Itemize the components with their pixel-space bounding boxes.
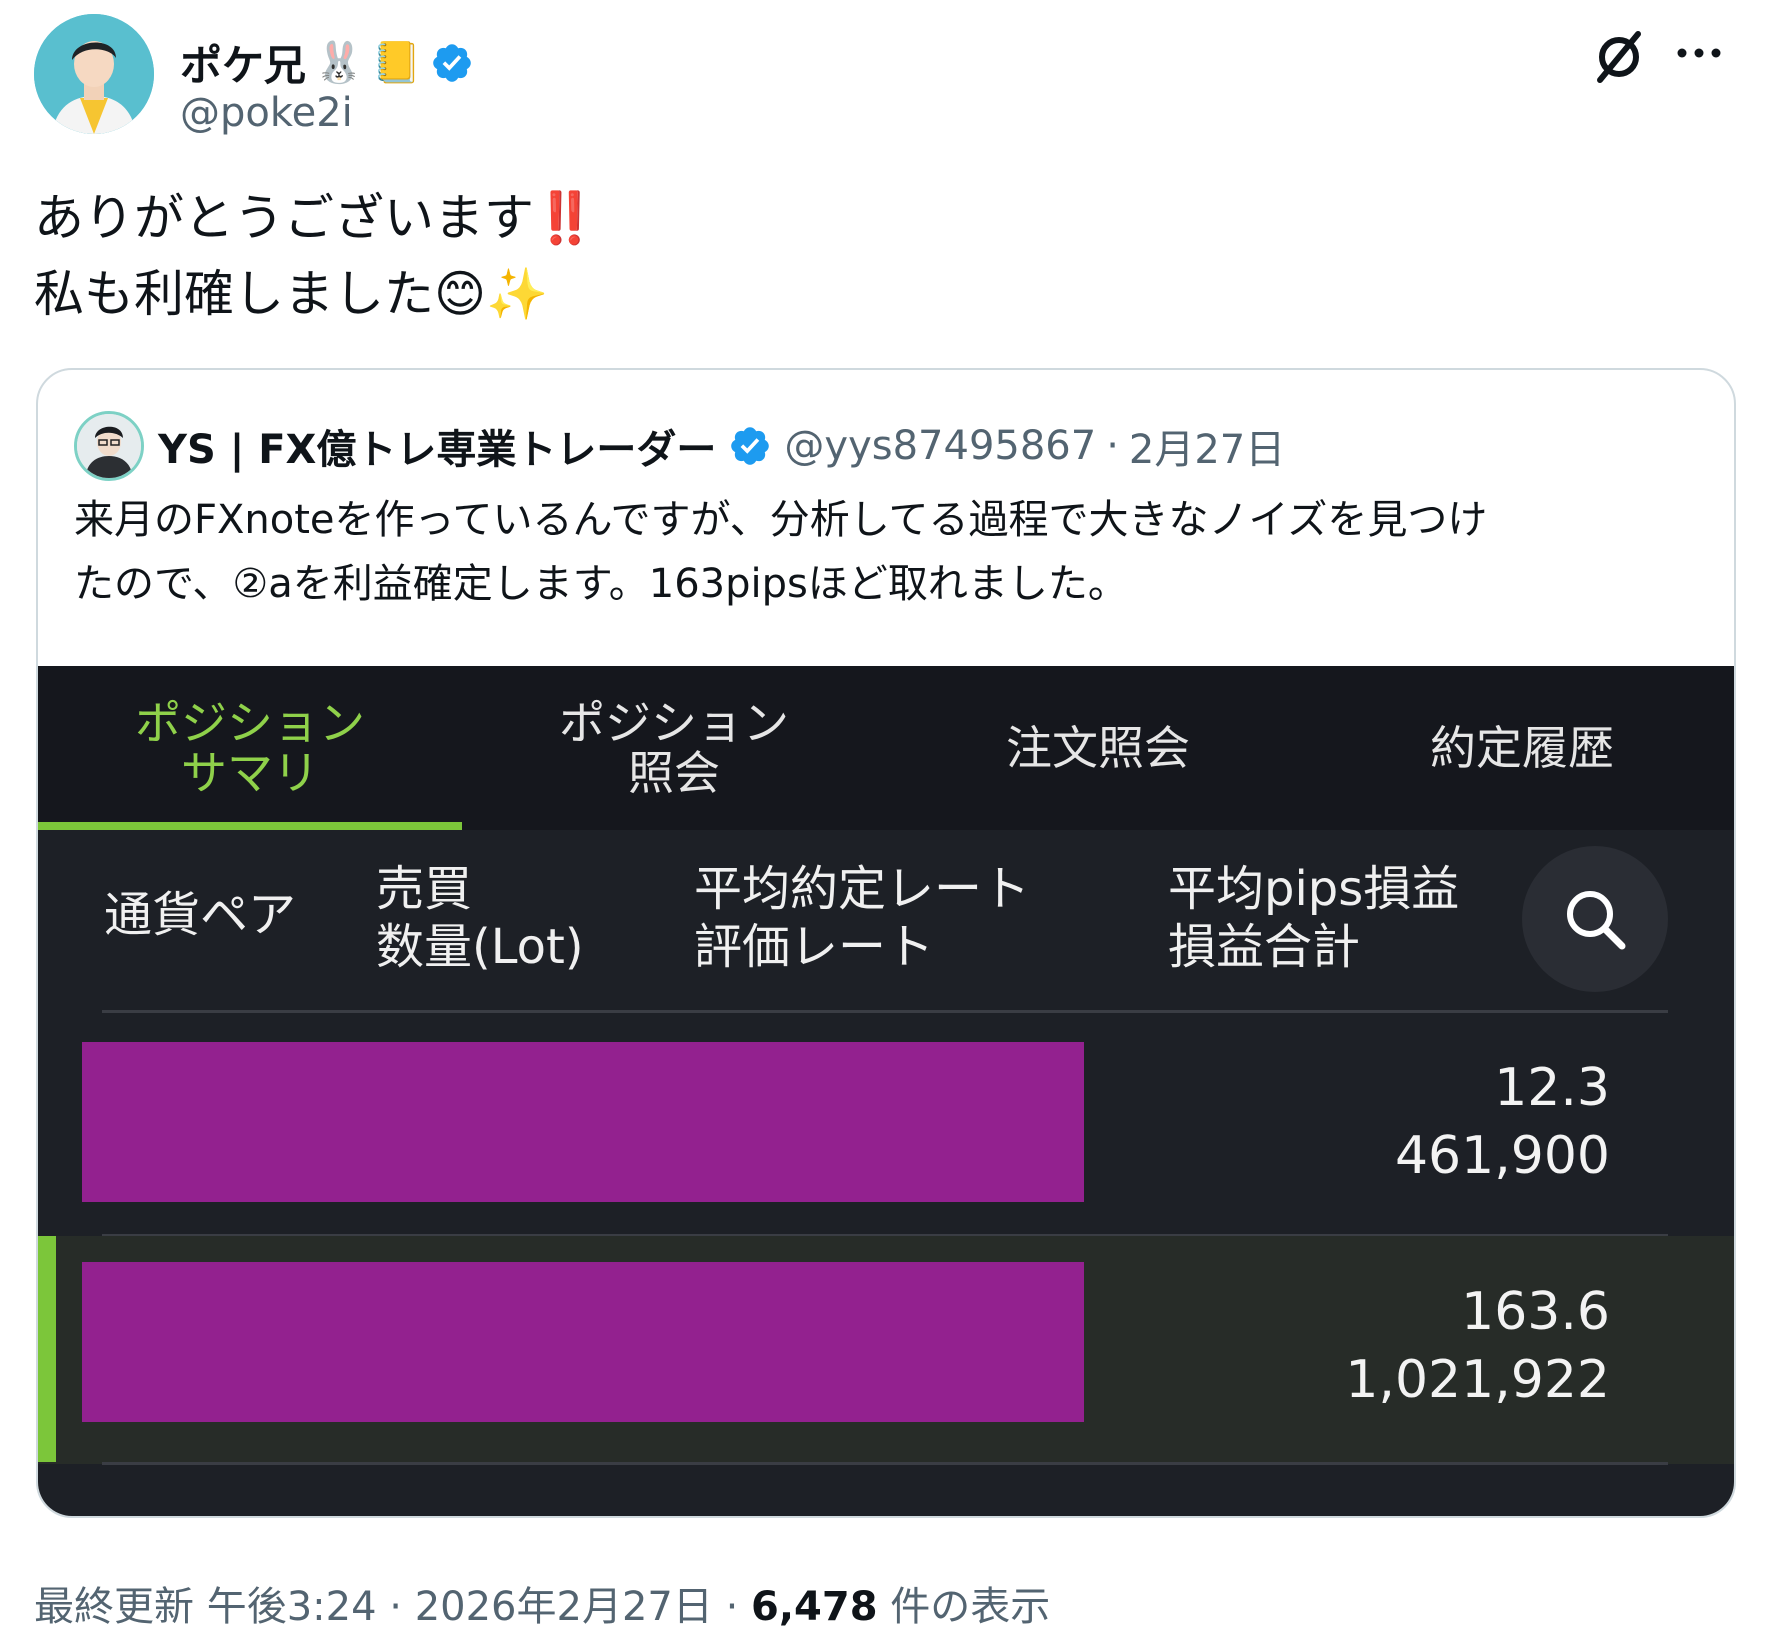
row-1-total: 461,900 — [1394, 1126, 1610, 1186]
tab-order-inquiry-label: 注文照会 — [1006, 721, 1190, 775]
column-pnl-total-label: 損益合計 — [1168, 919, 1361, 975]
row-2-values[interactable]: 163.6 1,021,922 — [1345, 1278, 1610, 1414]
rabbit-emoji: 🐰 — [314, 39, 364, 86]
header-divider — [102, 1010, 1668, 1013]
tab-position-inquiry[interactable]: ポジション 照会 — [462, 666, 886, 830]
notebook-emoji: 📒 — [371, 39, 422, 86]
quoted-tweet-card[interactable]: YS | FX億トレ専業トレーダー @yys87495867 · 2月27日 来… — [36, 368, 1736, 1518]
tweet-line-1: ありがとうございます‼️ — [34, 180, 596, 256]
quoted-author-avatar[interactable] — [74, 411, 144, 481]
quoted-author-name[interactable]: YS | FX億トレ専業トレーダー — [158, 417, 716, 475]
redacted-block — [82, 1262, 1084, 1422]
tab-order-inquiry[interactable]: 注文照会 — [886, 666, 1310, 830]
tab-execution-history[interactable]: 約定履歴 — [1310, 666, 1734, 830]
tab-position-inquiry-line1: ポジション — [559, 696, 789, 750]
double-exclamation-emoji: ‼️ — [534, 189, 597, 247]
author-avatar[interactable] — [34, 14, 154, 134]
quoted-tweet-text: 来月のFXnoteを作っているんですが、分析してる過程で大きなノイズを見つけ た… — [74, 488, 1704, 616]
more-options-icon[interactable] — [1674, 38, 1724, 68]
column-quantity-label: 数量(Lot) — [376, 919, 584, 975]
quoted-author-handle[interactable]: @yys87495867 — [784, 423, 1096, 469]
author-name-row[interactable]: ポケ兄 🐰 📒 — [180, 32, 474, 93]
row-2-pips: 163.6 — [1461, 1282, 1610, 1342]
tweet-header: ポケ兄 🐰 📒 @poke2i — [34, 14, 1734, 144]
column-avg-pips-label: 平均pips損益 — [1168, 861, 1460, 917]
column-avg-rate-label: 平均約定レート — [694, 861, 1031, 917]
tweet-line-2: 私も利確しました😊✨ — [34, 256, 596, 332]
column-eval-rate-label: 評価レート — [694, 919, 935, 975]
tab-position-summary-line1: ポジション — [135, 696, 365, 750]
quoted-separator: · — [1106, 423, 1119, 469]
meta-separator: · — [389, 1584, 402, 1630]
grok-icon[interactable] — [1590, 28, 1648, 86]
column-side-label: 売買 — [376, 861, 473, 917]
selected-row-marker — [38, 1236, 56, 1462]
search-icon — [1567, 891, 1626, 950]
tab-position-inquiry-line2: 照会 — [628, 746, 720, 800]
smile-emoji: 😊 — [434, 265, 487, 323]
last-updated-label: 最終更新 — [34, 1584, 194, 1630]
column-rates: 平均約定レート 評価レート — [694, 860, 1030, 976]
column-currency-pair: 通貨ペア — [104, 887, 297, 943]
view-count[interactable]: 6,478 — [751, 1584, 878, 1630]
redacted-block — [82, 1042, 1084, 1202]
quoted-date[interactable]: 2月27日 — [1129, 417, 1285, 475]
meta-separator: · — [725, 1584, 739, 1630]
app-tab-bar: ポジション サマリ ポジション 照会 注文照会 約定履歴 — [38, 666, 1734, 830]
row-1-values[interactable]: 12.3 461,900 — [1395, 1054, 1610, 1190]
quoted-tweet-header: YS | FX億トレ専業トレーダー @yys87495867 · 2月27日 — [74, 410, 1285, 482]
tab-execution-history-label: 約定履歴 — [1430, 721, 1614, 775]
post-date[interactable]: 2026年2月27日 — [415, 1584, 713, 1630]
row-1-pips: 12.3 — [1494, 1058, 1610, 1118]
column-pips-pnl: 平均pips損益 損益合計 — [1168, 860, 1459, 976]
tweet-meta: 最終更新 午後3:24 · 2026年2月27日 · 6,478 件の表示 — [34, 1574, 1050, 1632]
tab-position-summary[interactable]: ポジション サマリ — [38, 666, 462, 830]
author-display-name[interactable]: ポケ兄 — [180, 32, 306, 93]
tweet-text: ありがとうございます‼️ 私も利確しました😊✨ — [34, 180, 596, 332]
tab-position-summary-line2: サマリ — [181, 746, 319, 800]
tweet-line-1-text: ありがとうございます — [34, 189, 534, 247]
active-tab-indicator — [38, 822, 462, 830]
row-2-total: 1,021,922 — [1345, 1350, 1610, 1410]
row-divider — [102, 1462, 1668, 1465]
quoted-text-line-1: 来月のFXnoteを作っているんですが、分析してる過程で大きなノイズを見つけ — [74, 497, 1488, 543]
quoted-verified-badge-icon — [731, 427, 770, 465]
quoted-text-line-2: たので、②aを利益確定します。163pipsほど取れました。 — [74, 561, 1128, 607]
verified-badge-icon[interactable] — [430, 41, 474, 85]
trading-app-screenshot[interactable]: ポジション サマリ ポジション 照会 注文照会 約定履歴 通貨ペア 売買 数量(Lo… — [38, 666, 1734, 1516]
author-handle[interactable]: @poke2i — [180, 90, 353, 136]
post-time[interactable]: 午後3:24 — [207, 1584, 377, 1630]
view-count-label: 件の表示 — [890, 1584, 1051, 1630]
search-button[interactable] — [1522, 846, 1668, 992]
tweet-line-2-text: 私も利確しました — [34, 265, 434, 323]
sparkles-emoji: ✨ — [486, 265, 549, 323]
column-side-quantity: 売買 数量(Lot) — [376, 860, 584, 976]
